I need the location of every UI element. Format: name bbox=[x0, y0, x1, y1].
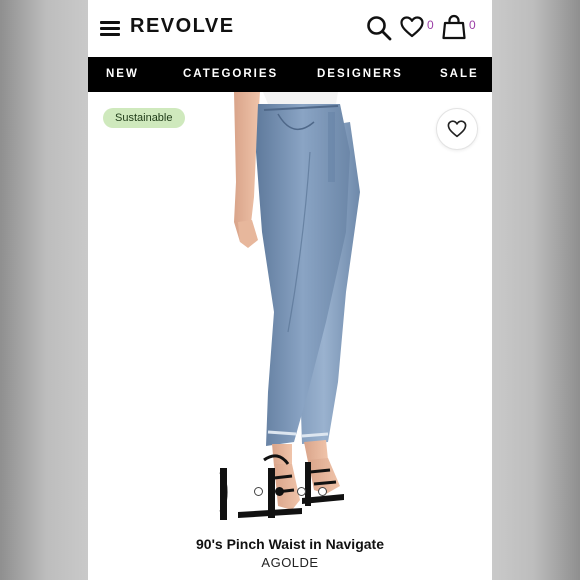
bag-count: 0 bbox=[469, 18, 476, 32]
gallery-dot-4[interactable] bbox=[318, 487, 327, 496]
gallery-dot-3[interactable] bbox=[297, 487, 306, 496]
gallery-dot-2[interactable] bbox=[275, 487, 284, 496]
sustainable-badge: Sustainable bbox=[103, 108, 185, 128]
heart-icon bbox=[447, 120, 467, 138]
product-image[interactable] bbox=[88, 92, 492, 528]
add-to-wishlist-button[interactable] bbox=[436, 108, 478, 150]
top-header: REVOLVE 0 0 bbox=[88, 0, 492, 57]
nav-categories[interactable]: CATEGORIES bbox=[183, 68, 278, 80]
product-title[interactable]: 90's Pinch Waist in Navigate bbox=[88, 536, 492, 552]
nav-sale[interactable]: SALE bbox=[440, 68, 479, 80]
gallery-pagination bbox=[250, 487, 330, 499]
bag-icon[interactable] bbox=[442, 14, 466, 40]
wishlist-heart-icon[interactable] bbox=[400, 16, 424, 38]
wishlist-count: 0 bbox=[427, 18, 434, 32]
site-logo[interactable]: REVOLVE bbox=[130, 15, 235, 38]
gallery-dot-1[interactable] bbox=[254, 487, 263, 496]
nav-new[interactable]: NEW bbox=[106, 68, 139, 80]
main-nav: NEW CATEGORIES DESIGNERS SALE bbox=[88, 57, 492, 92]
nav-designers[interactable]: DESIGNERS bbox=[317, 68, 403, 80]
product-page: REVOLVE 0 0 NEW CATEGORIES DESIGNERS SAL… bbox=[88, 0, 492, 580]
search-icon[interactable] bbox=[366, 15, 392, 41]
product-brand[interactable]: AGOLDE bbox=[88, 555, 492, 570]
menu-icon[interactable] bbox=[100, 21, 120, 36]
